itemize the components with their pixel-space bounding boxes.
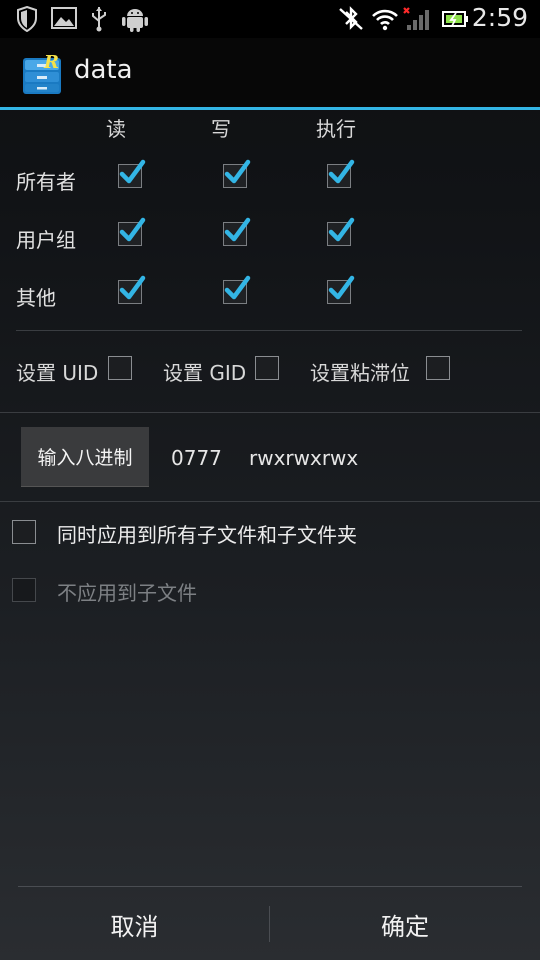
octal-value: 0777 (171, 446, 222, 470)
sticky-bit-checkbox[interactable] (426, 356, 450, 380)
others-write-checkbox[interactable] (223, 275, 251, 304)
owner-execute-checkbox[interactable] (327, 159, 355, 188)
group-read-checkbox[interactable] (118, 217, 146, 246)
svg-text:R: R (43, 52, 59, 73)
signal-icon (402, 6, 432, 36)
footer-divider (18, 886, 522, 887)
clock: 2:59 (471, 3, 528, 32)
others-read-checkbox[interactable] (118, 275, 146, 304)
check-icon (328, 275, 355, 300)
shield-icon (16, 5, 38, 36)
check-icon (224, 159, 251, 184)
setuid-checkbox[interactable] (108, 356, 132, 380)
column-header-read: 读 (106, 117, 126, 141)
setuid-label: 设置 UID (16, 361, 99, 385)
column-header-execute: 执行 (316, 117, 356, 141)
battery-icon (441, 6, 469, 36)
divider (0, 501, 540, 502)
setgid-label: 设置 GID (163, 361, 247, 385)
row-label-owner: 所有者 (16, 170, 76, 194)
owner-read-checkbox[interactable] (118, 159, 146, 188)
group-write-checkbox[interactable] (223, 217, 251, 246)
setgid-checkbox[interactable] (255, 356, 279, 380)
image-icon (51, 6, 77, 34)
cancel-button[interactable]: 取消 (0, 888, 269, 960)
ok-button[interactable]: 确定 (270, 888, 540, 960)
check-icon (119, 159, 146, 184)
others-execute-checkbox[interactable] (327, 275, 355, 304)
status-bar: 2:59 (0, 0, 540, 38)
not-apply-files-label: 不应用到子文件 (57, 581, 197, 605)
divider (0, 412, 540, 413)
page-title: data (74, 55, 133, 85)
check-icon (119, 275, 146, 300)
wifi-icon (371, 6, 399, 36)
check-icon (224, 217, 251, 242)
bluetooth-icon (337, 6, 365, 36)
screen: 2:59 R data 读 写 执行 所有者 用户组 其他 设置 UID 设置 … (0, 0, 540, 960)
check-icon (328, 217, 355, 242)
usb-icon (90, 6, 108, 36)
check-icon (224, 275, 251, 300)
apply-recursive-label[interactable]: 同时应用到所有子文件和子文件夹 (57, 519, 357, 548)
sticky-bit-label: 设置粘滞位 (310, 361, 410, 385)
root-explorer-icon[interactable]: R (22, 52, 64, 100)
not-apply-files-checkbox (12, 578, 36, 602)
row-label-others: 其他 (16, 286, 56, 310)
check-icon (119, 217, 146, 242)
owner-write-checkbox[interactable] (223, 159, 251, 188)
group-execute-checkbox[interactable] (327, 217, 355, 246)
apply-recursive-checkbox[interactable] (12, 520, 36, 544)
permission-string: rwxrwxrwx (249, 446, 359, 470)
enter-octal-button[interactable]: 输入八进制 (21, 427, 149, 487)
column-header-write: 写 (211, 117, 231, 141)
divider (16, 330, 522, 331)
android-icon (121, 6, 149, 36)
row-label-group: 用户组 (16, 228, 76, 252)
action-bar: R data (0, 38, 540, 110)
check-icon (328, 159, 355, 184)
